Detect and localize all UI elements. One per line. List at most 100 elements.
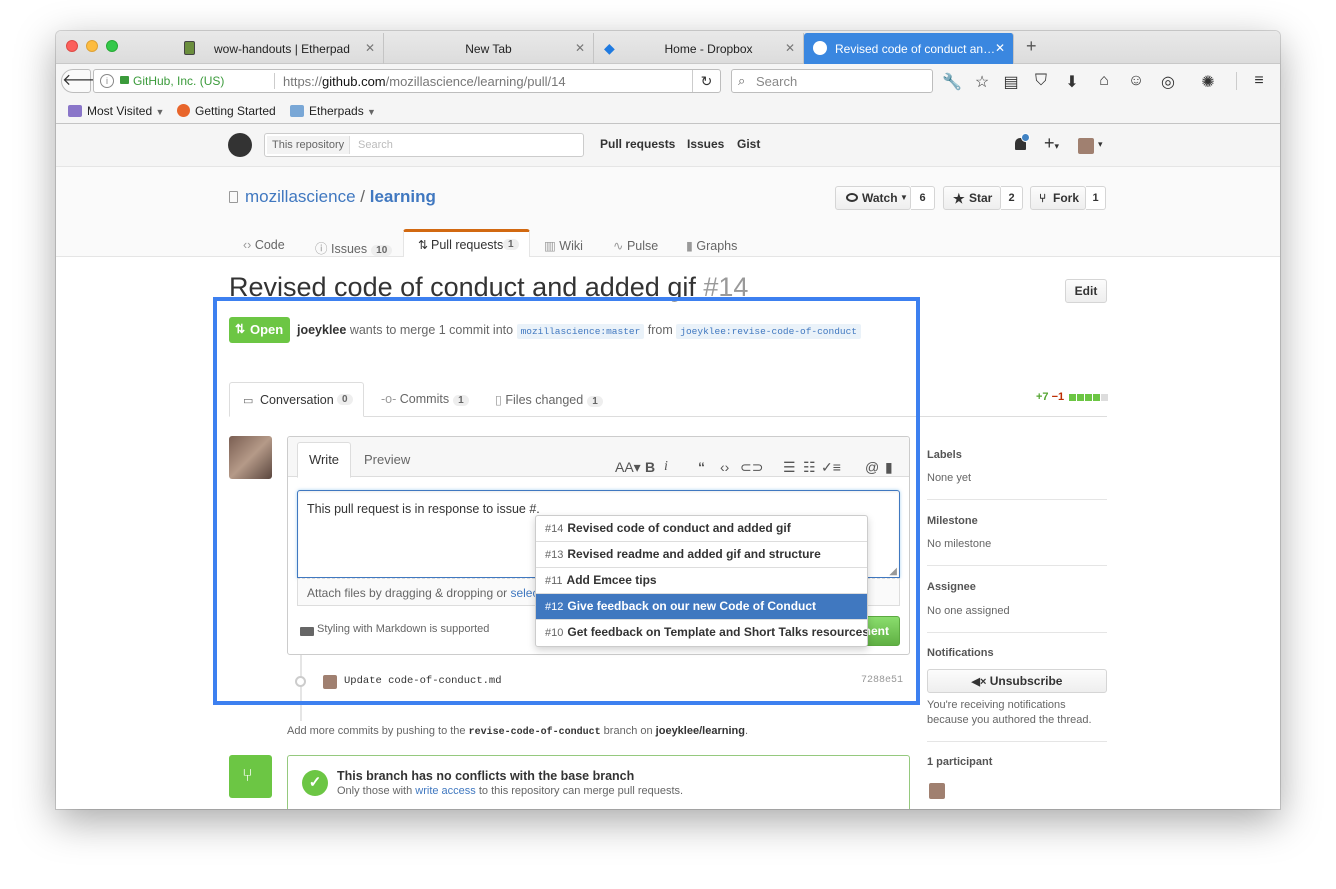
info-icon[interactable]: i <box>100 74 114 88</box>
issue-opened-icon: ⓘ <box>315 242 328 256</box>
close-tab-icon[interactable]: ✕ <box>995 41 1005 55</box>
tab-graphs[interactable]: ▮ Graphs <box>686 238 737 253</box>
resize-handle-icon[interactable]: ◢ <box>889 566 897 577</box>
suggestion-item-selected[interactable]: #12 Give feedback on our new Code of Cond… <box>536 594 867 620</box>
tab-github-pr[interactable]: Revised code of conduct an… ✕ <box>804 33 1014 64</box>
commit-message[interactable]: Update code-of-conduct.md <box>344 675 502 687</box>
suggestion-item[interactable]: #14 Revised code of conduct and added gif <box>536 516 867 542</box>
header-nav-issues[interactable]: Issues <box>687 137 724 151</box>
repo-owner-link[interactable]: mozillascience <box>245 187 356 206</box>
tab-files-changed[interactable]: ▯ Files changed 1 <box>495 392 603 407</box>
smiley-icon[interactable]: ☺ <box>1126 72 1146 90</box>
site-identity[interactable]: GitHub, Inc. (US) <box>133 74 224 88</box>
download-icon[interactable]: ⬇ <box>1062 72 1082 92</box>
pocket-icon[interactable]: ⛉ <box>1031 72 1051 90</box>
comment-discussion-icon: ▭ <box>243 395 254 407</box>
header-nav-gist[interactable]: Gist <box>737 137 760 151</box>
bookmark-most-visited[interactable]: Most Visited ▼ <box>68 104 164 118</box>
globe-icon[interactable]: ◎ <box>1158 72 1178 92</box>
bookmark-label: Most Visited <box>87 104 153 118</box>
tab-etherpad[interactable]: wow-handouts | Etherpad ✕ <box>174 33 384 64</box>
github-logo-icon[interactable] <box>228 133 252 157</box>
edit-button[interactable]: Edit <box>1065 279 1107 303</box>
fork-count[interactable]: 1 <box>1086 186 1106 210</box>
tab-conversation[interactable]: ▭ Conversation 0 <box>229 382 364 417</box>
avatar[interactable] <box>1078 138 1094 154</box>
list-ordered-icon[interactable]: ☷ <box>803 459 816 476</box>
diffstat-additions: +7 <box>1036 391 1049 403</box>
tab-code[interactable]: ‹› Code <box>243 238 285 252</box>
minimize-window-button[interactable] <box>86 40 98 52</box>
code-icon[interactable]: ‹› <box>720 459 729 475</box>
commit-sha[interactable]: 7288e51 <box>861 675 903 686</box>
browser-search-input[interactable]: ⌕ Search <box>731 69 933 93</box>
site-search[interactable]: This repository Search <box>264 133 584 157</box>
reading-list-icon[interactable]: ▤ <box>1001 72 1021 92</box>
write-tab[interactable]: Write <box>297 442 351 478</box>
milestone-heading[interactable]: Milestone <box>927 515 978 527</box>
menu-icon[interactable]: ≡ <box>1249 72 1269 90</box>
home-icon[interactable]: ⌂ <box>1094 72 1114 90</box>
wrench-icon[interactable]: 🔧 <box>942 72 962 92</box>
bookmark-icon[interactable]: ▮ <box>885 459 893 476</box>
watch-button[interactable]: Watch ▼ <box>835 186 911 210</box>
text-size-icon[interactable]: AA▾ <box>615 459 641 476</box>
tab-pull-requests[interactable]: ⇅ Pull requests 1 <box>403 229 530 258</box>
task-list-icon[interactable]: ✓≡ <box>821 459 841 476</box>
pull-request-page: Revised code of conduct and added gif #1… <box>56 257 1280 809</box>
pr-author[interactable]: joeyklee <box>297 323 346 337</box>
watch-count[interactable]: 6 <box>911 186 935 210</box>
mention-icon[interactable]: @ <box>865 459 879 475</box>
merge-status-title: This branch has no conflicts with the ba… <box>337 769 635 783</box>
bookmark-etherpads[interactable]: Etherpads ▼ <box>290 104 376 118</box>
fork-button[interactable]: ⑂ Fork <box>1030 186 1086 210</box>
merge-status-box: ✓ This branch has no conflicts with the … <box>287 755 910 809</box>
bookmark-getting-started[interactable]: Getting Started <box>177 104 276 118</box>
suggestion-item[interactable]: #10 Get feedback on Template and Short Ta… <box>536 620 867 646</box>
extension-icon[interactable]: ✺ <box>1198 72 1218 92</box>
code-icon: ‹› <box>243 238 252 252</box>
close-tab-icon[interactable]: ✕ <box>365 41 375 55</box>
chevron-down-icon[interactable]: ▾ <box>1098 139 1103 150</box>
labels-heading[interactable]: Labels <box>927 449 962 461</box>
header-nav-pull-requests[interactable]: Pull requests <box>600 137 675 151</box>
reload-icon[interactable]: ↻ <box>692 70 720 92</box>
tab-new-tab[interactable]: New Tab ✕ <box>384 33 594 64</box>
write-access-link[interactable]: write access <box>415 785 476 797</box>
unsubscribe-button[interactable]: ◀× Unsubscribe <box>927 669 1107 693</box>
avatar[interactable] <box>323 675 337 689</box>
tab-commits[interactable]: -o- Commits 1 <box>381 392 469 406</box>
list-unordered-icon[interactable]: ☰ <box>783 459 796 476</box>
star-count[interactable]: 2 <box>1001 186 1023 210</box>
close-tab-icon[interactable]: ✕ <box>575 41 585 55</box>
suggestion-item[interactable]: #13 Revised readme and added gif and stru… <box>536 542 867 568</box>
zoom-window-button[interactable] <box>106 40 118 52</box>
tab-wiki[interactable]: ▥ Wiki <box>544 238 583 253</box>
close-tab-icon[interactable]: ✕ <box>785 41 795 55</box>
close-window-button[interactable] <box>66 40 78 52</box>
star-button[interactable]: ★ Star <box>943 186 1001 210</box>
url-bar[interactable]: i GitHub, Inc. (US) https://github.com/m… <box>93 69 721 93</box>
pr-title: Revised code of conduct and added gif #1… <box>229 272 748 303</box>
suggestion-item[interactable]: #11 Add Emcee tips <box>536 568 867 594</box>
italic-icon[interactable]: i <box>664 459 668 475</box>
tab-pulse[interactable]: ∿ Pulse <box>613 238 658 253</box>
bold-icon[interactable]: B <box>645 459 655 475</box>
create-new-button[interactable]: +▾ <box>1044 133 1059 154</box>
tab-dropbox[interactable]: ◆ Home - Dropbox ✕ <box>594 33 804 64</box>
participant-avatar[interactable] <box>929 783 945 799</box>
repo-name-link[interactable]: learning <box>370 187 436 206</box>
from-text: from <box>647 323 673 337</box>
back-button[interactable]: 🡐 <box>61 69 105 93</box>
preview-tab[interactable]: Preview <box>364 452 410 467</box>
markdown-note[interactable]: Styling with Markdown is supported <box>317 623 489 635</box>
quote-icon[interactable]: “ <box>698 459 705 475</box>
new-tab-button[interactable]: + <box>1026 36 1037 57</box>
avatar[interactable] <box>229 436 272 479</box>
lock-icon <box>120 76 129 84</box>
assignee-heading[interactable]: Assignee <box>927 581 976 593</box>
sidebar-divider <box>927 565 1107 566</box>
tab-issues[interactable]: ⓘ Issues 10 <box>315 238 393 257</box>
link-icon[interactable]: ⊂⊃ <box>740 459 763 476</box>
star-icon[interactable]: ☆ <box>972 72 992 92</box>
